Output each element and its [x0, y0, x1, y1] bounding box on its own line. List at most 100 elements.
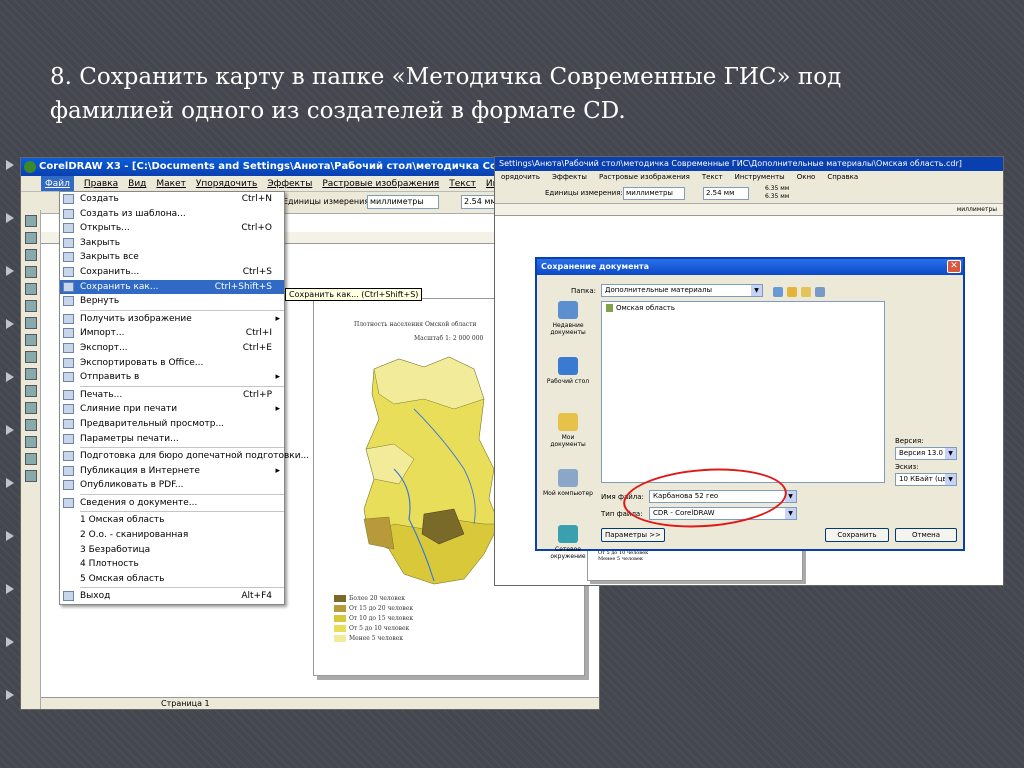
file-menu-item[interactable]: Публикация в Интернете ▸	[60, 464, 284, 479]
file-menu-item[interactable]: Сохранить... Ctrl+S	[60, 265, 284, 280]
file-menu-item[interactable]: Печать... Ctrl+P	[60, 388, 284, 403]
menu-effects[interactable]: Эффекты	[552, 171, 587, 184]
omsk-region-map	[363, 356, 500, 585]
legend-swatch	[334, 594, 346, 602]
file-menu-item[interactable]: Закрыть все	[60, 250, 284, 265]
file-list[interactable]: Омская область	[601, 301, 885, 483]
duplicate-y-value[interactable]: 6.35 мм	[765, 193, 789, 200]
list-item[interactable]: Омская область	[606, 304, 880, 312]
back-icon[interactable]	[773, 287, 783, 297]
interactive-tool-icon[interactable]	[25, 419, 37, 431]
legend-item: От 15 до 20 человек	[334, 603, 413, 613]
folder-select[interactable]: Дополнительные материалы ▼	[601, 284, 763, 297]
units-select[interactable]: миллиметры	[623, 187, 685, 200]
file-menu-item[interactable]: Импорт... Ctrl+I	[60, 326, 284, 341]
file-menu-item[interactable]: Закрыть	[60, 236, 284, 251]
table-tool-icon[interactable]	[25, 402, 37, 414]
cancel-button[interactable]: Отмена	[895, 528, 957, 542]
duplicate-distance[interactable]: 6.35 мм 6.35 мм	[765, 185, 789, 201]
file-menu-item[interactable]: Экспортировать в Office...	[60, 356, 284, 371]
place-recent[interactable]: Недавние документы	[543, 301, 593, 357]
fill-tool-icon[interactable]	[25, 470, 37, 482]
menu-text[interactable]: Текст	[702, 171, 723, 184]
menu-effects[interactable]: Эффекты	[267, 176, 312, 191]
menu-item-label: Опубликовать в PDF...	[80, 480, 184, 491]
menu-view[interactable]: Вид	[128, 176, 146, 191]
place-my-computer[interactable]: Мой компьютер	[543, 469, 593, 525]
nudge-input[interactable]: 2.54 мм	[703, 187, 749, 200]
menu-item-icon	[63, 223, 74, 234]
freehand-tool-icon[interactable]	[25, 283, 37, 295]
menu-item-icon	[63, 433, 74, 444]
menu-text[interactable]: Текст	[449, 176, 476, 191]
file-menu-item[interactable]: Создать Ctrl+N	[60, 192, 284, 207]
file-menu-item[interactable]: Получить изображение ▸	[60, 312, 284, 327]
menu-arrange[interactable]: орядочить	[501, 171, 540, 184]
up-folder-icon[interactable]	[787, 287, 797, 297]
text-tool-icon[interactable]	[25, 385, 37, 397]
ellipse-tool-icon[interactable]	[25, 334, 37, 346]
menu-item-icon	[63, 480, 74, 491]
file-menu-item[interactable]: 5 Омская область	[60, 572, 284, 587]
file-menu-item[interactable]: Открыть... Ctrl+O	[60, 221, 284, 236]
duplicate-x-value[interactable]: 6.35 мм	[765, 185, 789, 192]
polygon-tool-icon[interactable]	[25, 351, 37, 363]
menu-layout[interactable]: Макет	[156, 176, 186, 191]
pick-tool-icon[interactable]	[25, 215, 37, 227]
legend-item: От 5 до 10 человек	[334, 623, 413, 633]
file-menu-item[interactable]: Вернуть	[60, 294, 284, 309]
network-icon	[558, 525, 578, 543]
menu-tools[interactable]: Инструменты	[735, 171, 785, 184]
crop-tool-icon[interactable]	[25, 249, 37, 261]
place-my-documents[interactable]: Мои документы	[543, 413, 593, 469]
menu-item-label: Закрыть все	[80, 252, 139, 263]
save-button[interactable]: Сохранить	[825, 528, 889, 542]
menu-item-icon	[63, 404, 74, 415]
menu-bitmaps[interactable]: Растровые изображения	[322, 176, 439, 191]
menu-file[interactable]: Файл	[41, 176, 74, 191]
file-menu-item[interactable]: Подготовка для бюро допечатной подготовк…	[60, 449, 309, 464]
file-menu-item[interactable]: Создать из шаблона...	[60, 207, 284, 222]
file-menu-item[interactable]: Экспорт... Ctrl+E	[60, 341, 284, 356]
menu-arrange[interactable]: Упорядочить	[196, 176, 257, 191]
parameters-button[interactable]: Параметры >>	[601, 528, 665, 542]
close-icon[interactable]: ✕	[947, 260, 961, 273]
file-menu-item[interactable]: Отправить в ▸	[60, 370, 284, 385]
version-value: Версия 13.0	[899, 449, 943, 457]
smart-fill-icon[interactable]	[25, 300, 37, 312]
file-menu-item[interactable]: Сохранить как... Ctrl+Shift+S	[60, 279, 284, 295]
file-menu-item[interactable]: Параметры печати...	[60, 432, 284, 447]
thumbnail-select[interactable]: 10 КБайт (цв) ▼	[895, 473, 957, 486]
file-menu-item[interactable]: Предварительный просмотр...	[60, 417, 284, 432]
chevron-down-icon[interactable]: ▼	[945, 474, 956, 485]
file-menu-item[interactable]: Выход Alt+F4	[60, 589, 284, 604]
chevron-down-icon[interactable]: ▼	[751, 285, 762, 296]
new-folder-icon[interactable]	[801, 287, 811, 297]
file-menu-item[interactable]: Опубликовать в PDF...	[60, 478, 284, 493]
outline-tool-icon[interactable]	[25, 453, 37, 465]
chevron-down-icon[interactable]: ▼	[785, 508, 796, 519]
file-menu-item[interactable]: 1 Омская область	[60, 513, 284, 528]
place-desktop[interactable]: Рабочий стол	[543, 357, 593, 413]
file-menu-item[interactable]: Слияние при печати ▸	[60, 402, 284, 417]
file-menu-item[interactable]: 2 О.о. - сканированная	[60, 528, 284, 543]
eyedropper-icon[interactable]	[25, 436, 37, 448]
zoom-tool-icon[interactable]	[25, 266, 37, 278]
rectangle-tool-icon[interactable]	[25, 317, 37, 329]
page-tab[interactable]: Страница 1	[161, 699, 210, 708]
version-select[interactable]: Версия 13.0 ▼	[895, 447, 957, 460]
basic-shapes-icon[interactable]	[25, 368, 37, 380]
file-menu-item[interactable]: 4 Плотность	[60, 557, 284, 572]
menu-bitmaps[interactable]: Растровые изображения	[599, 171, 690, 184]
file-menu-item[interactable]: Сведения о документе...	[60, 496, 284, 511]
chevron-down-icon[interactable]: ▼	[945, 448, 956, 459]
file-menu-item[interactable]: 3 Безработица	[60, 543, 284, 558]
place-network[interactable]: Сетевое окружение	[543, 525, 593, 581]
view-menu-icon[interactable]	[815, 287, 825, 297]
shape-tool-icon[interactable]	[25, 232, 37, 244]
menu-help[interactable]: Справка	[827, 171, 858, 184]
menu-edit[interactable]: Правка	[84, 176, 118, 191]
units-select[interactable]: миллиметры	[367, 195, 439, 209]
menu-separator	[80, 493, 284, 495]
menu-window[interactable]: Окно	[797, 171, 816, 184]
